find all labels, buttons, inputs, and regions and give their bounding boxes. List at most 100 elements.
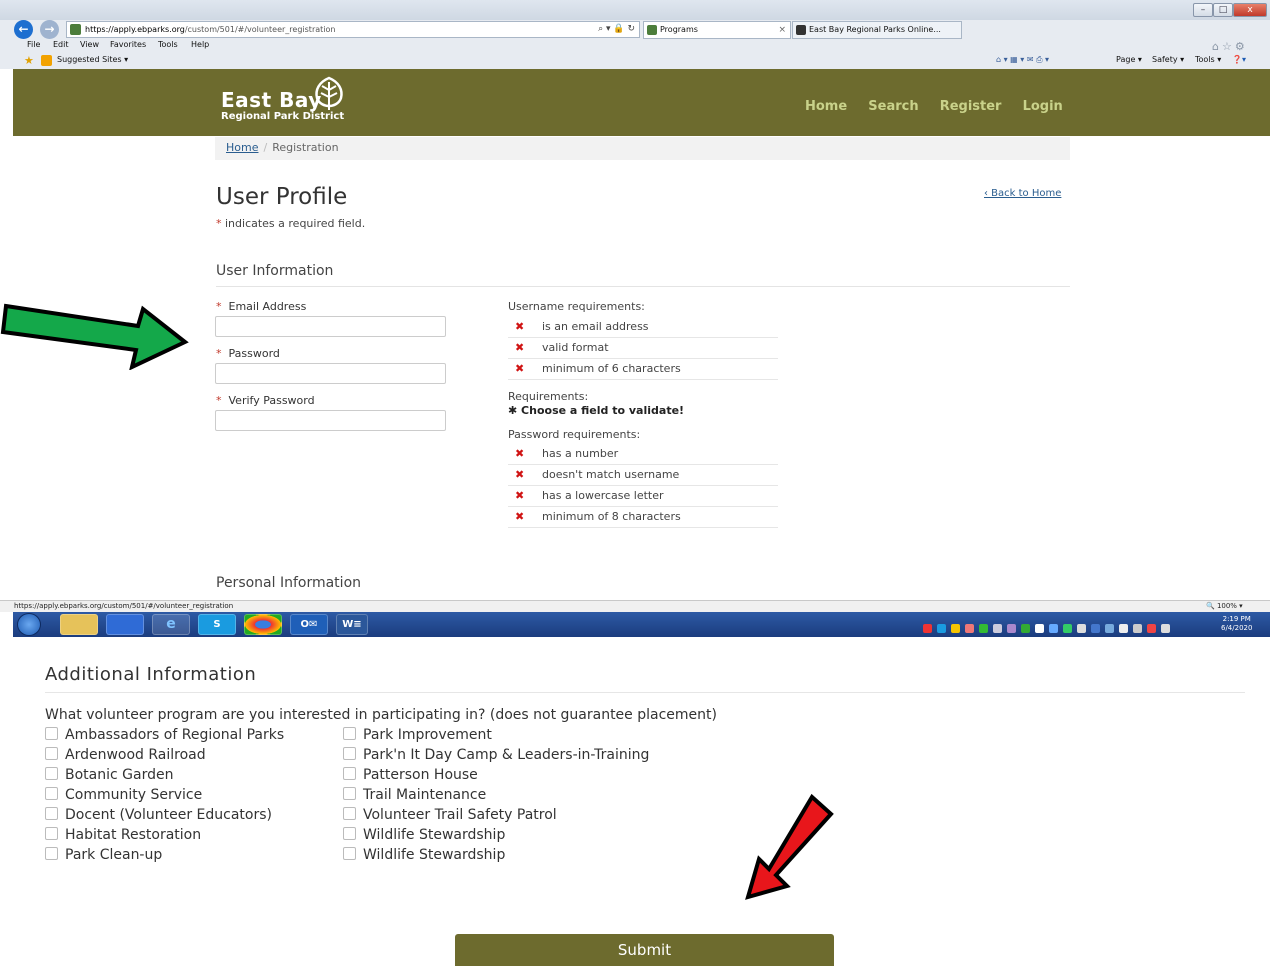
program-checkbox-docent[interactable]: Docent (Volunteer Educators) xyxy=(45,807,272,823)
checkbox[interactable] xyxy=(45,727,58,740)
minimize-button[interactable]: – xyxy=(1193,3,1213,17)
close-window-button[interactable]: x xyxy=(1233,3,1267,17)
internet-explorer-taskbar-icon[interactable]: e xyxy=(152,614,190,635)
flag-icon[interactable] xyxy=(1147,624,1156,633)
program-checkbox-wildlife-2[interactable]: Wildlife Stewardship xyxy=(343,847,505,863)
checkbox[interactable] xyxy=(343,847,356,860)
explorer-taskbar-icon[interactable] xyxy=(60,614,98,635)
program-checkbox-cleanup[interactable]: Park Clean-up xyxy=(45,847,162,863)
tray-icon[interactable] xyxy=(1063,624,1072,633)
tray-icon[interactable] xyxy=(1161,624,1170,633)
tray-icon[interactable] xyxy=(1077,624,1086,633)
nav-login[interactable]: Login xyxy=(1023,99,1063,114)
close-tab-icon[interactable]: × xyxy=(778,22,786,38)
menu-help[interactable]: Help xyxy=(191,40,209,49)
program-checkbox-safety-patrol[interactable]: Volunteer Trail Safety Patrol xyxy=(343,807,557,823)
nav-home[interactable]: Home xyxy=(805,99,847,114)
browser-status-bar: https://apply.ebparks.org/custom/501/#/v… xyxy=(0,600,1270,612)
tray-icon[interactable] xyxy=(979,624,988,633)
tray-icon[interactable] xyxy=(1049,624,1058,633)
tray-icon[interactable] xyxy=(1091,624,1100,633)
media-player-taskbar-icon[interactable] xyxy=(106,614,144,635)
windows-taskbar: e S O✉ W≡ 2:19 PM 6/4/2020 xyxy=(13,612,1270,637)
program-checkbox-day-camp[interactable]: Park'n It Day Camp & Leaders-in-Training xyxy=(343,747,649,763)
checkbox[interactable] xyxy=(45,807,58,820)
tray-icon[interactable] xyxy=(923,624,932,633)
tray-icon[interactable] xyxy=(1021,624,1030,633)
page-menu[interactable]: Page ▾ xyxy=(1116,55,1142,64)
maximize-button[interactable]: □ xyxy=(1213,3,1233,17)
outlook-taskbar-icon[interactable]: O✉ xyxy=(290,614,328,635)
checkbox[interactable] xyxy=(45,787,58,800)
submit-button[interactable]: Submit xyxy=(455,934,834,966)
menu-view[interactable]: View xyxy=(80,40,99,49)
program-checkbox-botanic[interactable]: Botanic Garden xyxy=(45,767,173,783)
tab-east-bay-online[interactable]: East Bay Regional Parks Online... xyxy=(792,21,962,39)
menu-tools[interactable]: Tools xyxy=(158,40,178,49)
address-host: https://apply.ebparks.org xyxy=(85,25,185,34)
email-label-text: Email Address xyxy=(228,300,307,313)
help-icon[interactable]: ❓▾ xyxy=(1232,55,1246,64)
safety-menu[interactable]: Safety ▾ xyxy=(1152,55,1184,64)
email-field[interactable] xyxy=(215,316,446,337)
tray-icon[interactable] xyxy=(1105,624,1114,633)
back-button[interactable]: ← xyxy=(14,20,33,39)
checkbox[interactable] xyxy=(343,747,356,760)
volume-icon[interactable] xyxy=(1133,624,1142,633)
tray-icon[interactable] xyxy=(937,624,946,633)
zoom-level[interactable]: 🔍 100% ▾ xyxy=(1206,601,1243,612)
address-tools[interactable]: ⌕ ▾ 🔒 ↻ xyxy=(598,22,635,37)
start-button[interactable] xyxy=(17,613,41,636)
checkbox[interactable] xyxy=(45,847,58,860)
password-field[interactable] xyxy=(215,363,446,384)
main-nav: Home Search Register Login xyxy=(805,95,1079,114)
checkbox[interactable] xyxy=(343,727,356,740)
program-checkbox-park-improvement[interactable]: Park Improvement xyxy=(343,727,492,743)
breadcrumb-home[interactable]: Home xyxy=(226,141,258,154)
program-checkbox-wildlife-1[interactable]: Wildlife Stewardship xyxy=(343,827,505,843)
forward-button[interactable]: → xyxy=(40,20,59,39)
tab-programs[interactable]: Programs × xyxy=(643,21,791,39)
fail-x-icon: ✖ xyxy=(515,320,525,333)
tray-icon[interactable] xyxy=(1035,624,1044,633)
chrome-taskbar-icon[interactable] xyxy=(244,614,282,635)
checkbox[interactable] xyxy=(343,827,356,840)
menu-bar: File Edit View Favorites Tools Help xyxy=(0,40,1270,53)
program-checkbox-patterson[interactable]: Patterson House xyxy=(343,767,478,783)
taskbar-clock[interactable]: 2:19 PM 6/4/2020 xyxy=(1221,615,1252,633)
checkbox[interactable] xyxy=(343,787,356,800)
checkbox[interactable] xyxy=(45,767,58,780)
command-bar-icons[interactable]: ⌂ ▾ ▦ ▾ ✉ ⎙ ▾ xyxy=(996,55,1049,65)
section-heading-additional-info: Additional Information xyxy=(45,664,257,685)
nav-register[interactable]: Register xyxy=(940,99,1002,114)
favorites-star-icon[interactable]: ★ xyxy=(24,54,34,67)
menu-file[interactable]: File xyxy=(27,40,40,49)
word-taskbar-icon[interactable]: W≡ xyxy=(336,614,368,635)
checkbox[interactable] xyxy=(343,807,356,820)
program-checkbox-trail-maintenance[interactable]: Trail Maintenance xyxy=(343,787,486,803)
tray-icon[interactable] xyxy=(993,624,1002,633)
verify-password-label: * Verify Password xyxy=(216,394,315,407)
tools-menu[interactable]: Tools ▾ xyxy=(1195,55,1221,64)
address-bar[interactable]: https://apply.ebparks.org/custom/501/#/v… xyxy=(66,21,640,38)
program-checkbox-community[interactable]: Community Service xyxy=(45,787,202,803)
nav-search[interactable]: Search xyxy=(868,99,918,114)
checkbox[interactable] xyxy=(343,767,356,780)
menu-favorites[interactable]: Favorites xyxy=(110,40,146,49)
tray-icon[interactable] xyxy=(1007,624,1016,633)
menu-edit[interactable]: Edit xyxy=(53,40,69,49)
program-checkbox-habitat[interactable]: Habitat Restoration xyxy=(45,827,201,843)
verify-password-field[interactable] xyxy=(215,410,446,431)
tray-icon[interactable] xyxy=(965,624,974,633)
tray-icon[interactable] xyxy=(951,624,960,633)
checkbox-label: Park'n It Day Camp & Leaders-in-Training xyxy=(363,747,650,763)
suggested-sites-link[interactable]: Suggested Sites ▾ xyxy=(57,55,128,64)
skype-taskbar-icon[interactable]: S xyxy=(198,614,236,635)
tray-icon[interactable] xyxy=(1119,624,1128,633)
checkbox[interactable] xyxy=(45,747,58,760)
program-checkbox-ardenwood[interactable]: Ardenwood Railroad xyxy=(45,747,206,763)
program-checkbox-ambassadors[interactable]: Ambassadors of Regional Parks xyxy=(45,727,284,743)
back-to-home-link[interactable]: ‹ Back to Home xyxy=(984,188,1061,199)
checkbox[interactable] xyxy=(45,827,58,840)
browser-chrome: – □ x ← → https://apply.ebparks.org/cust… xyxy=(0,0,1270,69)
